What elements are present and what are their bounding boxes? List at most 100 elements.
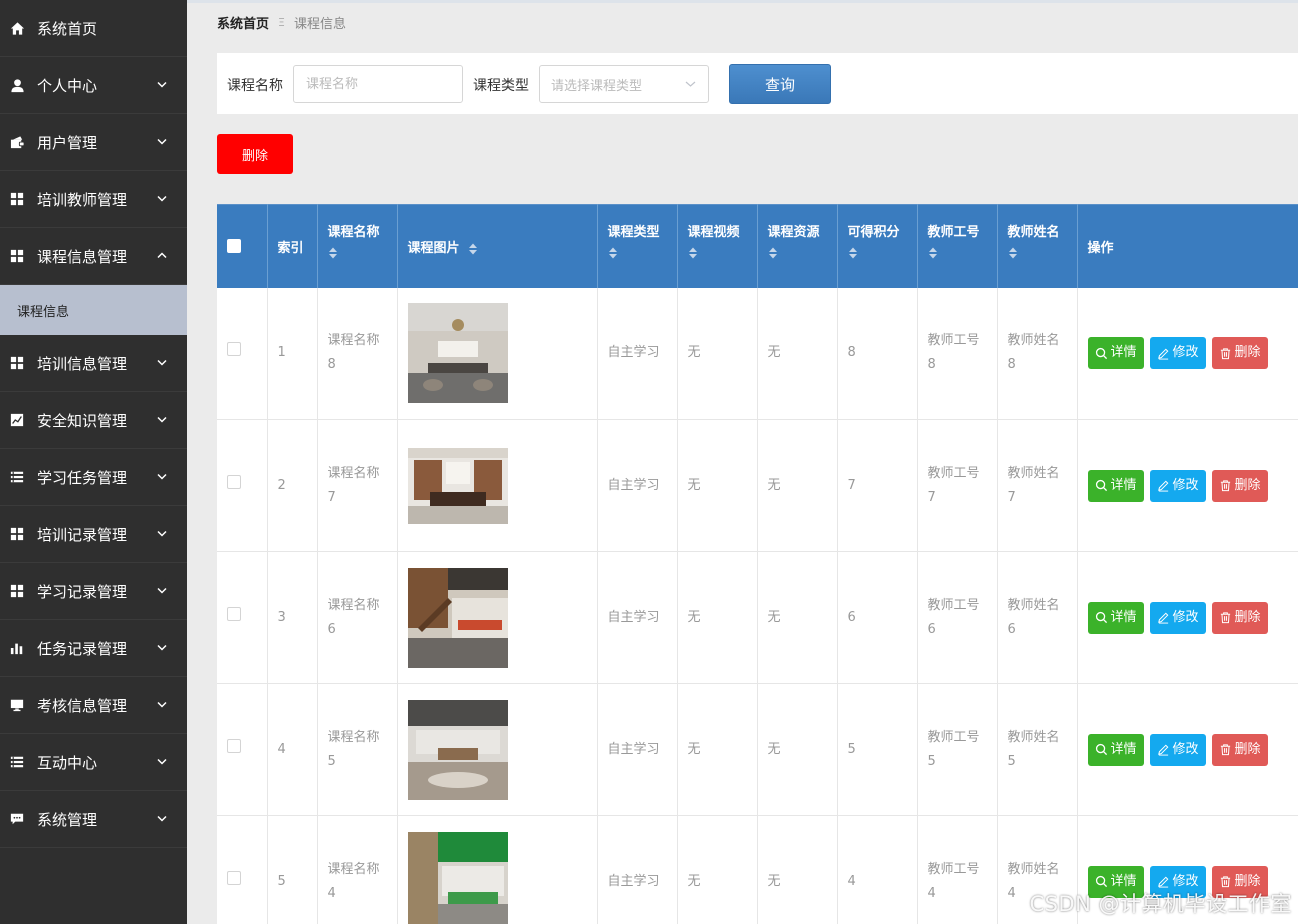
- course-thumbnail-image[interactable]: [407, 699, 508, 800]
- sidebar-item-label: 学习记录管理: [37, 582, 128, 601]
- chart-line-icon: [9, 412, 25, 428]
- edit-label: 修改: [1172, 741, 1199, 757]
- chevron-down-icon: [157, 530, 167, 537]
- sidebar-item-users[interactable]: 用户管理: [0, 114, 187, 171]
- detail-button[interactable]: 详情: [1087, 601, 1144, 634]
- chevron-down-icon: [157, 815, 167, 822]
- cell-line: 7: [1007, 489, 1016, 505]
- sidebar-item-safety[interactable]: 安全知识管理: [0, 392, 187, 449]
- sort-icon[interactable]: [928, 246, 938, 260]
- monitor-icon: [9, 697, 25, 713]
- cell-line: 4: [927, 885, 936, 901]
- sidebar-item-interaction[interactable]: 互动中心: [0, 734, 187, 791]
- select-all-checkbox[interactable]: [227, 239, 241, 253]
- sidebar-item-training[interactable]: 培训信息管理: [0, 335, 187, 392]
- delete-button[interactable]: 删除: [1211, 601, 1268, 634]
- sidebar-item-tasks[interactable]: 学习任务管理: [0, 449, 187, 506]
- course-thumbnail-image[interactable]: [407, 831, 508, 924]
- sidebar-item-label: 个人中心: [37, 76, 98, 95]
- edit-button[interactable]: 修改: [1149, 469, 1206, 502]
- sort-icon[interactable]: [688, 246, 698, 260]
- cell-course-image: [397, 815, 598, 924]
- trash-icon: [1220, 480, 1230, 492]
- header-select-all[interactable]: [217, 204, 268, 288]
- delete-button[interactable]: 删除: [1211, 469, 1268, 502]
- cell-points: 5: [837, 683, 918, 816]
- delete-button[interactable]: 删除: [1211, 337, 1268, 370]
- header-label: 课程名称: [327, 225, 380, 240]
- edit-icon: [1157, 480, 1168, 492]
- batch-delete-button[interactable]: 删除: [217, 134, 293, 174]
- header-course-video[interactable]: 课程视频: [677, 204, 758, 288]
- cell-course-name: 课程名称 7: [317, 419, 398, 552]
- table-header-row: 索引 课程名称 课程图片 课程类型 课程视频 课程资源 可得积分 教师工号 教师…: [217, 204, 1298, 288]
- header-label: 课程资源: [767, 225, 820, 240]
- sort-icon[interactable]: [1008, 246, 1018, 260]
- header-course-name[interactable]: 课程名称: [317, 204, 398, 288]
- header-points[interactable]: 可得积分: [837, 204, 918, 288]
- cell-teacher-name: 教师姓名 5: [997, 683, 1078, 816]
- edit-icon: [1157, 612, 1168, 624]
- detail-button[interactable]: 详情: [1087, 733, 1144, 766]
- sidebar-item-label: 培训教师管理: [37, 190, 128, 209]
- header-teacher-no[interactable]: 教师工号: [917, 204, 998, 288]
- query-button[interactable]: 查询: [729, 64, 831, 104]
- sort-icon[interactable]: [328, 246, 338, 260]
- edit-button[interactable]: 修改: [1149, 337, 1206, 370]
- breadcrumb-home[interactable]: 系统首页: [217, 13, 269, 32]
- row-checkbox[interactable]: [227, 342, 241, 357]
- trash-icon: [1220, 612, 1230, 624]
- sidebar-item-study-records[interactable]: 学习记录管理: [0, 563, 187, 620]
- sidebar-item-task-records[interactable]: 任务记录管理: [0, 620, 187, 677]
- row-checkbox[interactable]: [227, 606, 241, 621]
- header-course-resource[interactable]: 课程资源: [757, 204, 838, 288]
- course-thumbnail-image[interactable]: [407, 447, 508, 524]
- cell-line: 7: [927, 489, 936, 505]
- header-teacher-name[interactable]: 教师姓名: [997, 204, 1078, 288]
- cell-line: 8: [1007, 357, 1016, 373]
- row-checkbox[interactable]: [227, 474, 241, 489]
- sidebar-item-system[interactable]: 系统管理: [0, 791, 187, 848]
- sort-icon[interactable]: [768, 246, 778, 260]
- bar-chart-icon: [9, 640, 25, 656]
- sort-icon[interactable]: [608, 246, 618, 260]
- detail-button[interactable]: 详情: [1087, 469, 1144, 502]
- header-label: 教师姓名: [1007, 225, 1060, 240]
- sidebar-item-personal[interactable]: 个人中心: [0, 57, 187, 114]
- edit-button[interactable]: 修改: [1149, 733, 1206, 766]
- cell-course-type: 自主学习: [597, 419, 678, 552]
- header-course-type[interactable]: 课程类型: [597, 204, 678, 288]
- cell-index: 1: [267, 287, 318, 420]
- row-checkbox[interactable]: [227, 870, 241, 885]
- sidebar-subitem-course-info[interactable]: 课程信息: [0, 285, 187, 335]
- edit-button[interactable]: 修改: [1149, 601, 1206, 634]
- row-checkbox[interactable]: [227, 738, 241, 753]
- sidebar-item-assessment[interactable]: 考核信息管理: [0, 677, 187, 734]
- cell-course-resource: 无: [757, 551, 838, 684]
- sort-icon[interactable]: [468, 242, 478, 256]
- sidebar-item-course-info[interactable]: 课程信息管理: [0, 228, 187, 285]
- detail-button[interactable]: 详情: [1087, 337, 1144, 370]
- sidebar-item-home[interactable]: 系统首页: [0, 0, 187, 57]
- user-manage-icon: [9, 134, 25, 150]
- course-thumbnail-image[interactable]: [407, 303, 508, 404]
- cell-teacher-name: 教师姓名 7: [997, 419, 1078, 552]
- cell-line: 4: [327, 885, 336, 901]
- cell-line: 6: [1007, 621, 1016, 637]
- edit-label: 修改: [1172, 345, 1199, 361]
- chevron-down-icon: [157, 416, 167, 423]
- cell-line: 6: [927, 621, 936, 637]
- sidebar-item-training-records[interactable]: 培训记录管理: [0, 506, 187, 563]
- course-type-select[interactable]: 请选择课程类型: [539, 65, 709, 103]
- row-select-cell: [217, 551, 268, 684]
- list-icon: [9, 469, 25, 485]
- sort-icon[interactable]: [848, 246, 858, 260]
- delete-button[interactable]: 删除: [1211, 733, 1268, 766]
- sidebar-item-teachers[interactable]: 培训教师管理: [0, 171, 187, 228]
- chevron-down-icon: [157, 473, 167, 480]
- course-name-input[interactable]: [293, 65, 463, 103]
- header-course-image[interactable]: 课程图片: [397, 204, 598, 288]
- table-row: 1 课程名称 8 自主学习 无 无 8 教师工号 8 教师姓名 8 详情 修改 …: [217, 287, 1298, 420]
- course-thumbnail-image[interactable]: [407, 567, 508, 668]
- cell-line: 5: [927, 753, 936, 769]
